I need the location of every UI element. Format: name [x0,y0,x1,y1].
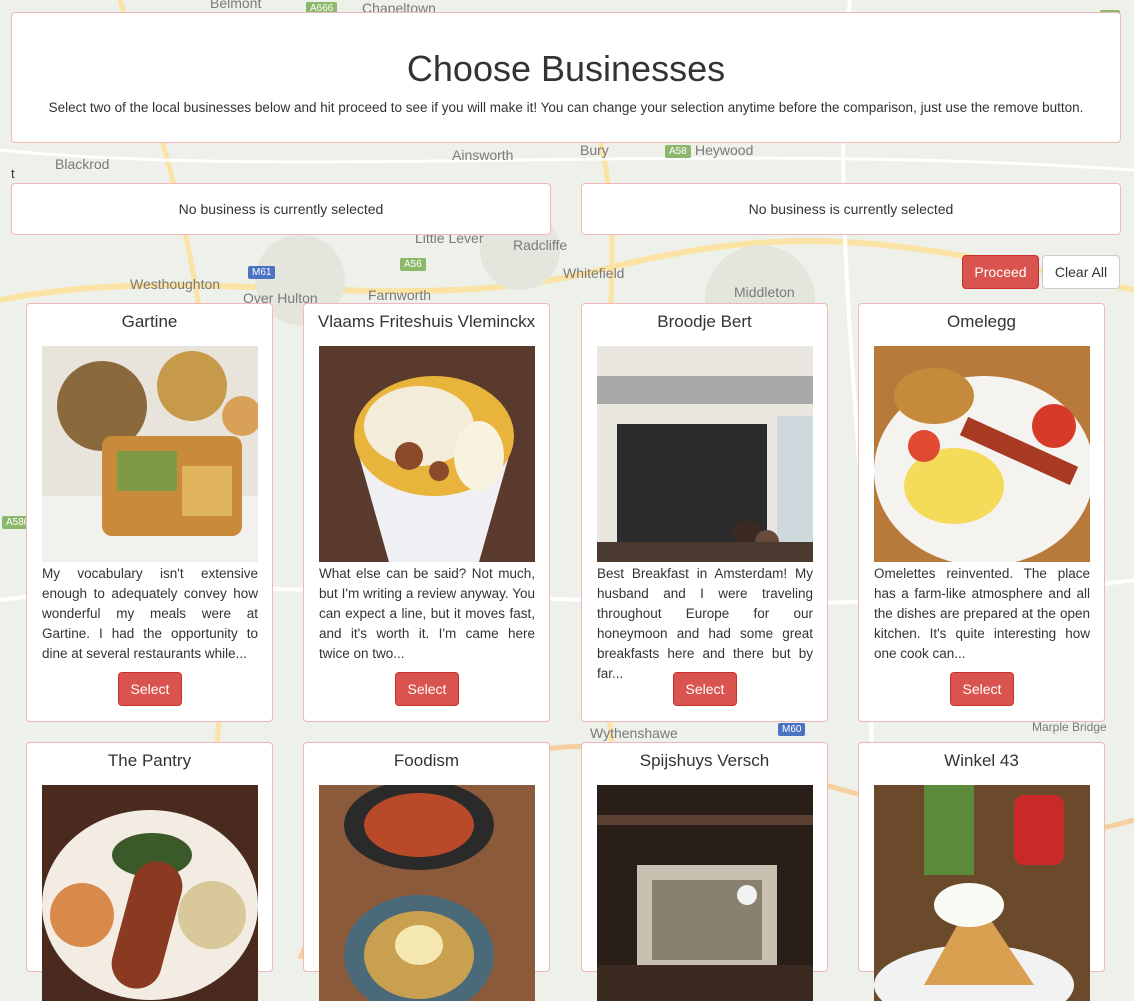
header-panel: Choose Businesses Select two of the loca… [11,12,1121,143]
select-button[interactable]: Select [395,672,459,706]
business-card: The Pantry [26,742,273,1001]
business-card: Broodje Bert Best Breakfast in Amsterdam… [581,303,828,722]
business-photo [42,785,258,1001]
business-photo [597,785,813,1001]
map-label: Westhoughton [130,276,221,292]
business-photo [874,785,1090,1001]
road-shield: A56 [400,258,426,271]
business-name: Vlaams Friteshuis Vleminckx [317,312,536,331]
clear-all-button[interactable]: Clear All [1042,255,1120,289]
road-shield: M60 [778,723,806,736]
map-label: Farnworth [368,287,432,303]
map-label: Blackrod [55,156,110,172]
business-name: Foodism [393,751,460,770]
business-photo [42,346,258,562]
selection-slot-2-text: No business is currently selected [748,201,954,217]
business-name: Omelegg [947,312,1016,331]
business-name: Winkel 43 [944,751,1019,770]
page-title: Choose Businesses [406,48,726,89]
business-photo [597,346,813,562]
map-label: Marple Bridge [1032,720,1107,734]
business-name: Gartine [121,312,178,331]
business-card: Spijshuys Versch [581,742,828,1001]
selection-slot-1-text: No business is currently selected [178,201,384,217]
business-photo [874,346,1090,562]
road-shield: A58 [665,145,691,158]
business-photo [319,346,535,562]
select-button[interactable]: Select [950,672,1014,706]
select-button[interactable]: Select [673,672,737,706]
business-name: The Pantry [107,751,192,770]
selection-slot-1: No business is currently selected [11,183,551,235]
map-label: Bury [580,142,609,158]
map-label: Ainsworth [452,147,514,163]
map-label: Middleton [734,284,795,300]
business-card: Winkel 43 [858,742,1105,1001]
map-label: Wythenshawe [590,725,678,741]
business-card: Omelegg Omelettes reinvented. The place … [858,303,1105,722]
map-label: Whitefield [563,265,625,281]
selection-slot-2: No business is currently selected [581,183,1121,235]
business-photo [319,785,535,1001]
business-card: Foodism [303,742,550,1001]
stray-text: t [11,166,15,181]
map-label: Belmont [210,0,262,11]
map-label: Radcliffe [513,237,568,253]
business-description: Omelettes reinvented. The place has a fa… [874,566,1090,661]
business-name: Spijshuys Versch [639,751,770,770]
page-instructions: Select two of the local businesses below… [48,100,1084,115]
business-description: My vocabulary isn't extensive enough to … [42,566,258,661]
business-name: Broodje Bert [657,312,752,331]
map-label: Heywood [695,142,754,158]
road-shield: M61 [248,266,276,279]
business-card: Vlaams Friteshuis Vleminckx What else ca… [303,303,550,722]
select-button[interactable]: Select [118,672,182,706]
business-description: What else can be said? Not much, but I'm… [319,566,535,661]
business-description: Best Breakfast in Amsterdam! My husband … [597,566,813,680]
proceed-button[interactable]: Proceed [962,255,1039,289]
business-card: Gartine My vocabulary isn't extensive en… [26,303,273,722]
